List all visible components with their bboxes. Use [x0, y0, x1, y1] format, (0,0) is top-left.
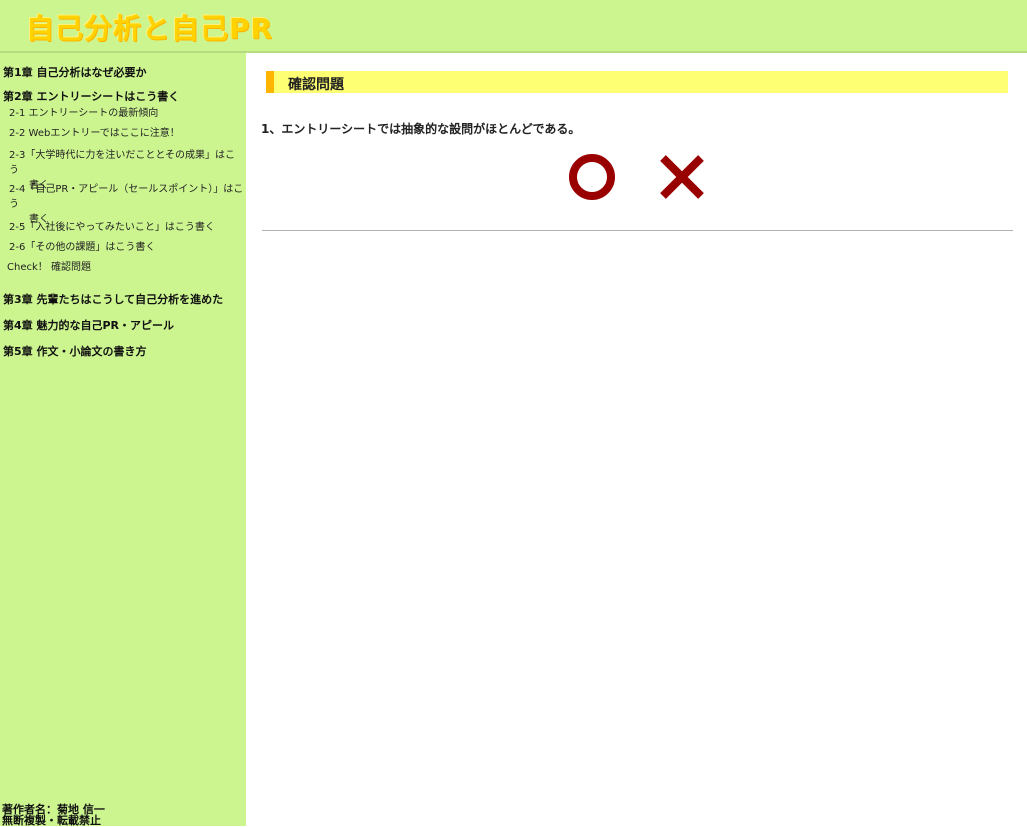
sidebar-chapter-5[interactable]: 第5章 作文・小論文の書き方 — [3, 343, 146, 359]
answer-true-button[interactable] — [564, 149, 620, 205]
sidebar-item-2-6[interactable]: 2-6「その他の課題」はこう書く — [9, 240, 245, 255]
answer-false-button[interactable] — [654, 149, 710, 205]
cross-mark-icon — [660, 155, 704, 199]
site-title: 自己分析と自己PR — [26, 12, 274, 45]
sidebar-item-check[interactable]: Check！ 確認問題 — [7, 260, 243, 275]
question-text: 1、エントリーシートでは抽象的な設問がほとんどである。 — [261, 122, 581, 136]
circle-mark-icon — [569, 154, 615, 200]
sidebar-item-2-2[interactable]: 2-2 Webエントリーではここに注意！ — [9, 126, 245, 141]
sidebar: 第1章 自己分析はなぜ必要か 第2章 エントリーシートはこう書く 2-1 エント… — [0, 53, 246, 826]
sidebar-item-label: 2-4「自己PR・アピール（セールスポイント）」はこう — [9, 184, 244, 210]
page-title: 確認問題 — [288, 77, 344, 93]
sidebar-chapter-1[interactable]: 第1章 自己分析はなぜ必要か — [3, 64, 146, 80]
no-copy-line: 無断複製・転載禁止 — [2, 814, 101, 827]
main-content: 確認問題 1、エントリーシートでは抽象的な設問がほとんどである。 — [246, 53, 1027, 826]
copyright-note: 著作者名：菊地 信一 無断複製・転載禁止 — [2, 804, 105, 826]
header-bar: 自己分析と自己PR — [0, 0, 1027, 53]
sidebar-chapter-3[interactable]: 第3章 先輩たちはこうして自己分析を進めた — [3, 291, 223, 307]
sidebar-chapter-2[interactable]: 第2章 エントリーシートはこう書く — [3, 88, 179, 104]
section-heading: 確認問題 — [266, 71, 1008, 93]
sidebar-item-2-1[interactable]: 2-1 エントリーシートの最新傾向 — [9, 106, 245, 121]
sidebar-item-label: 2-3「大学時代に力を注いだこととその成果」はこう — [9, 150, 236, 176]
sidebar-item-2-5[interactable]: 2-5「入社後にやってみたいこと」はこう書く — [9, 220, 245, 235]
sidebar-chapter-4[interactable]: 第4章 魅力的な自己PR・アピール — [3, 317, 174, 333]
divider — [262, 230, 1013, 231]
